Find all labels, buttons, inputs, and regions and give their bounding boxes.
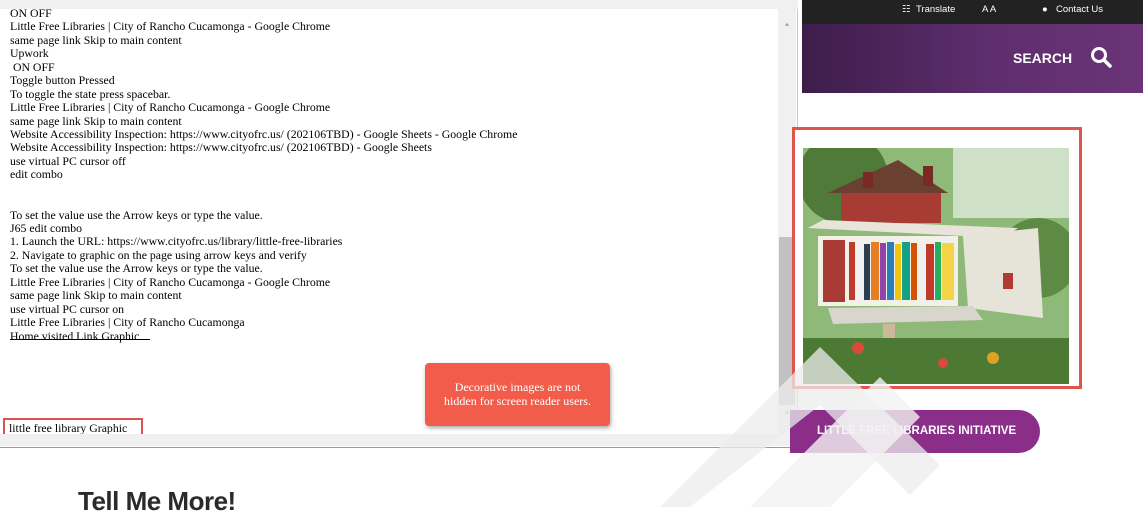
speech-log[interactable]: ON OFF Little Free Libraries | City of Ra… bbox=[10, 6, 770, 343]
log-line: Little Free Libraries | City of Rancho C… bbox=[10, 315, 245, 330]
horizontal-scroll-track bbox=[0, 434, 796, 446]
little-free-libraries-initiative-button[interactable]: LITTLE FREE LIBRARIES INITIATIVE bbox=[790, 410, 1040, 453]
log-line: Upwork bbox=[10, 46, 49, 61]
search-icon[interactable] bbox=[1089, 45, 1113, 69]
text-size-control[interactable]: A A bbox=[982, 4, 996, 15]
log-line: Little Free Libraries | City of Rancho C… bbox=[10, 19, 331, 34]
speech-viewer-panel: ON OFF Little Free Libraries | City of Ra… bbox=[0, 0, 798, 448]
highlighted-image-frame bbox=[792, 127, 1082, 389]
log-line: Website Accessibility Inspection: https:… bbox=[10, 140, 432, 155]
log-line: use virtual PC cursor off bbox=[10, 153, 126, 168]
speech-bubble-icon: ● bbox=[1042, 4, 1048, 15]
search-label[interactable]: SEARCH bbox=[1013, 50, 1072, 66]
log-line: edit combo bbox=[10, 167, 63, 182]
log-line: same page link Skip to main content bbox=[10, 288, 182, 303]
log-line: ON OFF bbox=[10, 6, 52, 20]
log-line: 1. Launch the URL: https://www.cityofrc.… bbox=[10, 234, 343, 249]
log-line: To toggle the state press spacebar. bbox=[10, 86, 171, 101]
translate-link[interactable]: Translate bbox=[916, 4, 955, 15]
annotation-callout: Decorative images are not hidden for scr… bbox=[425, 363, 610, 426]
log-line: 2. Navigate to graphic on the page using… bbox=[10, 247, 307, 262]
log-line: J65 edit combo bbox=[10, 221, 83, 235]
utility-bar: ☷ Translate A A ● Contact Us bbox=[802, 0, 1143, 24]
log-line: use virtual PC cursor on bbox=[10, 301, 125, 316]
translate-icon[interactable]: ☷ bbox=[902, 4, 911, 15]
scroll-up-icon[interactable]: ˄ bbox=[778, 21, 796, 37]
little-free-library-image bbox=[803, 148, 1069, 384]
log-line: To set the value use the Arrow keys or t… bbox=[10, 261, 263, 276]
log-line: Little Free Libraries | City of Rancho C… bbox=[10, 100, 331, 115]
section-heading: Tell Me More! bbox=[78, 486, 236, 516]
log-line: ON OFF bbox=[10, 59, 55, 74]
log-line: Website Accessibility Inspection: https:… bbox=[10, 126, 518, 141]
log-line: To set the value use the Arrow keys or t… bbox=[10, 207, 263, 222]
log-line: Toggle button Pressed bbox=[10, 73, 115, 88]
log-line: Home visited Link Graphic bbox=[10, 329, 770, 343]
log-line: same page link Skip to main content bbox=[10, 32, 182, 47]
log-line: same page link Skip to main content bbox=[10, 113, 182, 128]
contact-link[interactable]: Contact Us bbox=[1056, 4, 1103, 15]
log-line: Little Free Libraries | City of Rancho C… bbox=[10, 274, 331, 289]
